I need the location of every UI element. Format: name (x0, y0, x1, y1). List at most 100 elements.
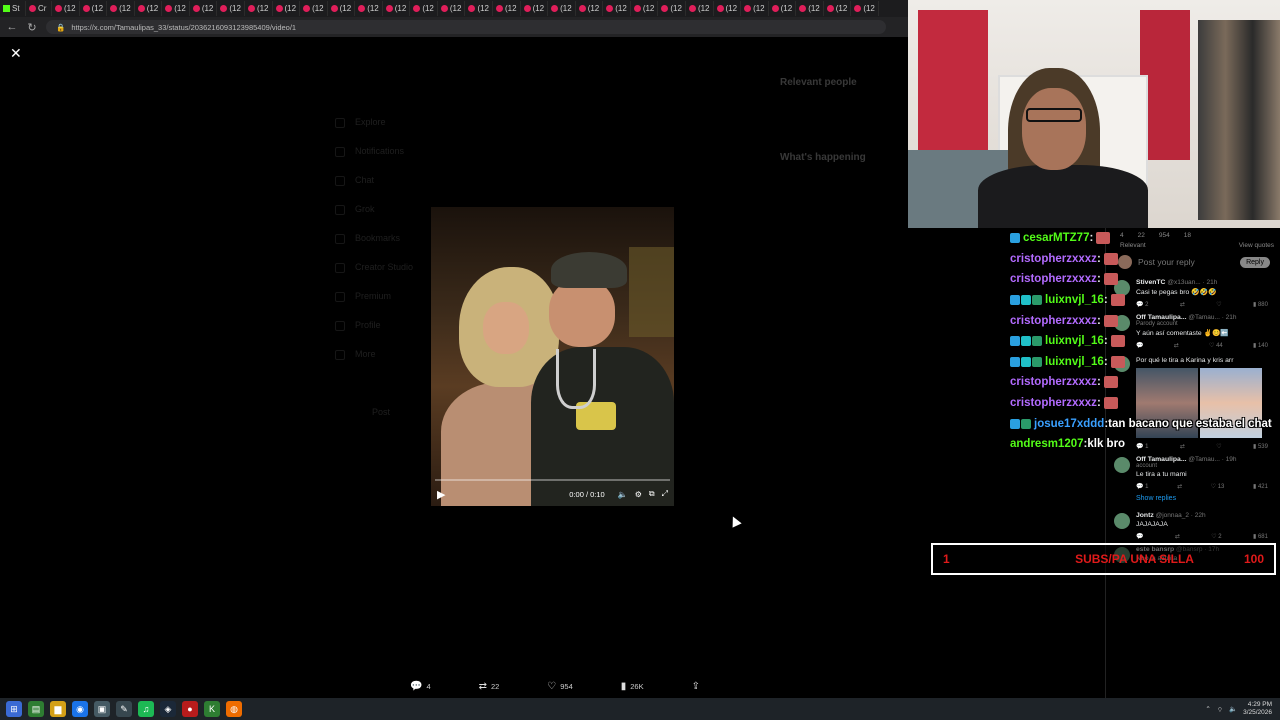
browser-tab[interactable]: Cr (26, 1, 52, 16)
repost-button[interactable]: ⇄ 22 (479, 681, 500, 692)
post-button[interactable]: Post (372, 407, 390, 417)
nav-item[interactable]: More (335, 349, 376, 360)
chat-username[interactable]: luixnvjl_16 (1045, 294, 1104, 306)
browser-tab[interactable]: St (0, 1, 26, 16)
browser-tab[interactable]: (12 (631, 1, 659, 16)
app-icon[interactable]: ▤ (28, 701, 44, 717)
browser-tab[interactable]: (12 (741, 1, 769, 16)
browser-tab[interactable]: (12 (493, 1, 521, 16)
reply-tweet[interactable]: Jontz @jonnaa_2 · 22h JAJAJAJA 💬 ⇄ ♡ 2 ▮ 68… (1106, 508, 1280, 542)
app-icon[interactable]: ◍ (226, 701, 242, 717)
browser-tab[interactable]: (12 (383, 1, 411, 16)
nav-item[interactable]: Grok (335, 204, 375, 215)
chevron-up-icon[interactable]: ⌃ (1205, 705, 1210, 713)
browser-tab[interactable]: (12 (135, 1, 163, 16)
nav-item[interactable]: Profile (335, 320, 381, 331)
pen-icon[interactable]: ✎ (116, 701, 132, 717)
browser-tab[interactable]: (12 (245, 1, 273, 16)
chat-username[interactable]: andresm1207 (1010, 438, 1084, 450)
play-icon[interactable]: ▶ (437, 488, 445, 501)
chat-username[interactable]: cristopherzxxxz (1010, 273, 1097, 285)
back-icon[interactable]: ← (6, 21, 18, 33)
browser-tab[interactable]: (12 (438, 1, 466, 16)
views-button[interactable]: ▮ 26K (621, 681, 644, 692)
browser-tab[interactable]: (12 (769, 1, 797, 16)
nav-item[interactable]: Notifications (335, 146, 404, 157)
reply-button[interactable]: 💬 (1136, 533, 1143, 540)
avatar[interactable] (1114, 457, 1130, 473)
kick-icon[interactable]: K (204, 701, 220, 717)
app-icon[interactable]: ▣ (94, 701, 110, 717)
browser-tab[interactable]: (12 (80, 1, 108, 16)
start-icon[interactable]: ⊞ (6, 701, 22, 717)
browser-tab[interactable]: (12 (162, 1, 190, 16)
pip-icon[interactable]: ⧉ (649, 489, 655, 499)
chat-username[interactable]: cristopherzxxxz (1010, 376, 1097, 388)
chart-button[interactable]: ▮ 421 (1253, 483, 1268, 490)
repost-button[interactable]: ⇄ (1177, 483, 1182, 490)
video-frame (551, 252, 627, 288)
browser-tab[interactable]: (12 (658, 1, 686, 16)
browser-tab[interactable]: (12 (851, 1, 879, 16)
close-icon[interactable]: ✕ (10, 45, 22, 62)
video-player[interactable]: ▶ 0:00 / 0:10 🔈 ⚙ ⧉ ⤢ (431, 207, 674, 506)
nav-item[interactable]: Bookmarks (335, 233, 400, 244)
avatar[interactable] (1114, 513, 1130, 529)
reply-button[interactable]: 💬 1 (1136, 483, 1148, 490)
browser-tab[interactable]: (12 (576, 1, 604, 16)
fullscreen-icon[interactable]: ⤢ (662, 489, 668, 499)
browser-tab[interactable]: (12 (824, 1, 852, 16)
volume-icon[interactable]: 🔈 (618, 490, 628, 499)
chat-username[interactable]: cristopherzxxxz (1010, 315, 1097, 327)
chat-username[interactable]: cristopherzxxxz (1010, 253, 1097, 265)
browser-tab[interactable]: (12 (355, 1, 383, 16)
browser-tab[interactable]: (12 (328, 1, 356, 16)
steam-icon[interactable]: ◈ (160, 701, 176, 717)
reply-tweet[interactable]: Off Tamaulipa... @Tamau... · 19h account L… (1106, 452, 1280, 492)
chat-badges (1010, 356, 1042, 367)
chat-username[interactable]: cristopherzxxxz (1010, 397, 1097, 409)
reply-button[interactable]: 💬 4 (410, 681, 431, 692)
folder-icon[interactable]: ▆ (50, 701, 66, 717)
record-icon[interactable]: ● (182, 701, 198, 717)
browser-tab[interactable]: (12 (548, 1, 576, 16)
nav-item[interactable]: Creator Studio (335, 262, 413, 273)
clock[interactable]: 4:29 PM 3/25/2026 (1243, 701, 1272, 717)
repost-button[interactable]: ⇄ (1175, 533, 1180, 540)
browser-tab[interactable]: (12 (52, 1, 80, 16)
browser-tab[interactable]: (12 (217, 1, 245, 16)
nav-item[interactable]: Premium (335, 291, 391, 302)
heart-button[interactable]: ♡ 13 (1211, 483, 1225, 490)
browser-tab[interactable]: (12 (686, 1, 714, 16)
browser-tab[interactable]: (12 (107, 1, 135, 16)
share-button[interactable]: ⇪ (692, 681, 700, 692)
url-field[interactable]: 🔒 https://x.com/Tamaulipas_33/status/203… (46, 20, 886, 34)
chrome-icon[interactable]: ◉ (72, 701, 88, 717)
browser-tab[interactable]: (12 (714, 1, 742, 16)
browser-tab[interactable]: (12 (300, 1, 328, 16)
browser-tab[interactable]: (12 (521, 1, 549, 16)
browser-tab[interactable]: (12 (465, 1, 493, 16)
chart-button[interactable]: ▮ 681 (1253, 533, 1268, 540)
nav-item[interactable]: Explore (335, 117, 386, 128)
browser-tab[interactable]: (12 (603, 1, 631, 16)
settings-icon[interactable]: ⚙ (635, 490, 642, 499)
show-replies-link[interactable]: Show replies (1106, 492, 1280, 508)
browser-tab[interactable]: (12 (410, 1, 438, 16)
webcam-frame (1022, 88, 1086, 170)
browser-tab[interactable]: (12 (796, 1, 824, 16)
browser-tab[interactable]: (12 (190, 1, 218, 16)
nav-item[interactable]: Chat (335, 175, 374, 186)
wifi-icon[interactable]: ⌔ (1217, 705, 1223, 714)
chat-username[interactable]: josue17xddd (1034, 418, 1104, 430)
like-button[interactable]: ♡ 954 (547, 681, 572, 692)
heart-button[interactable]: ♡ 2 (1211, 533, 1221, 540)
chat-username[interactable]: luixnvjl_16 (1045, 335, 1104, 347)
chat-username[interactable]: cesarMTZ77 (1023, 232, 1089, 244)
video-progress-bar[interactable] (435, 479, 670, 481)
reload-icon[interactable]: ↻ (26, 21, 38, 34)
chat-username[interactable]: luixnvjl_16 (1045, 356, 1104, 368)
spotify-icon[interactable]: ♫ (138, 701, 154, 717)
speaker-icon[interactable]: 🔈 (1229, 705, 1237, 713)
browser-tab[interactable]: (12 (273, 1, 301, 16)
